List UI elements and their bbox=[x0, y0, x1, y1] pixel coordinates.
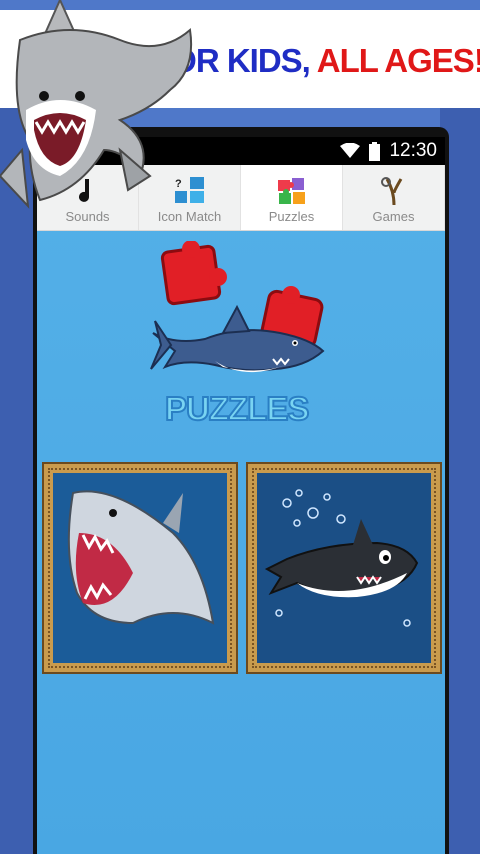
puzzles-logo-text: PUZZLES bbox=[164, 389, 310, 428]
tab-games[interactable]: Games bbox=[343, 165, 445, 230]
puzzle-card-1[interactable] bbox=[42, 462, 238, 674]
status-time: 12:30 bbox=[389, 140, 437, 161]
wifi-icon bbox=[340, 143, 361, 158]
red-puzzle-piece-icon bbox=[160, 241, 227, 306]
puzzle-card-2[interactable] bbox=[246, 462, 442, 674]
puzzle-pieces-icon bbox=[277, 178, 305, 204]
cartoon-shark-mascot bbox=[0, 0, 193, 209]
phone-mockup: 12:30 Sounds ? Icon Match Puzzles Games bbox=[33, 127, 449, 854]
open-mouth-shark-image bbox=[53, 473, 227, 663]
headline-part2: ALL AGES! bbox=[316, 42, 480, 79]
battery-icon bbox=[369, 141, 381, 161]
tab-label-puzzles: Puzzles bbox=[268, 209, 315, 224]
tab-label-games: Games bbox=[372, 209, 415, 224]
slingshot-icon bbox=[380, 177, 402, 206]
smiling-shark-image bbox=[257, 473, 431, 663]
wooden-frame bbox=[42, 462, 238, 674]
app-screen: 12:30 Sounds ? Icon Match Puzzles Games bbox=[37, 137, 445, 854]
wooden-frame bbox=[246, 462, 442, 674]
tab-puzzles[interactable]: Puzzles bbox=[241, 165, 343, 230]
